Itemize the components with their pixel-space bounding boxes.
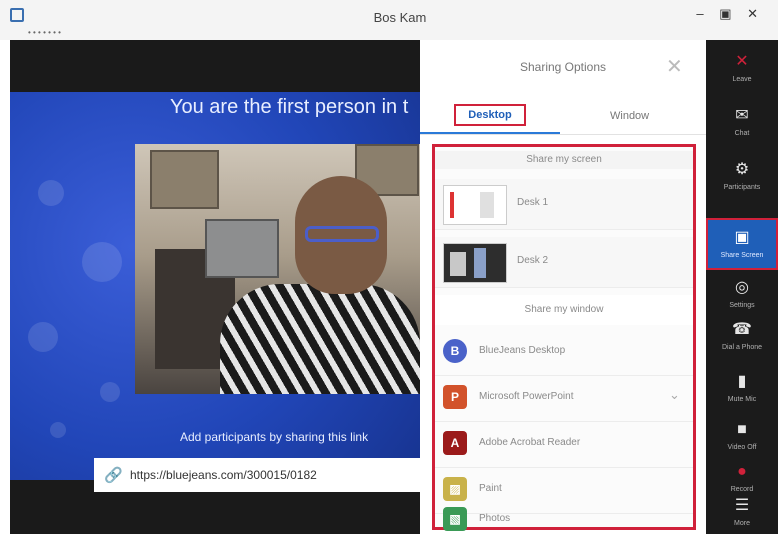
meeting-link[interactable]: https://bluejeans.com/300015/0182 <box>130 468 317 482</box>
window-label: BlueJeans Desktop <box>479 345 566 356</box>
window-label: Photos <box>479 513 511 524</box>
window-label: Paint <box>479 483 502 494</box>
leave-button[interactable]: ✕ Leave <box>706 44 778 100</box>
self-video <box>135 144 420 394</box>
sharing-options-panel: Sharing Options ✕ Desktop Window Share m… <box>420 40 706 534</box>
meeting-stage: You are the first person in t Add partic… <box>10 40 420 534</box>
meeting-link-box[interactable]: 🔗 https://bluejeans.com/300015/0182 <box>94 458 420 492</box>
chevron-down-icon[interactable]: ⌄ <box>669 387 680 403</box>
meeting-controls-sidebar: ✕ Leave ✉ Chat ⚙ Participants ▣ Share Sc… <box>706 40 778 534</box>
title-bar: Bos Kam • • • • • • • – ▣ ✕ <box>0 0 778 40</box>
screen-label: Desk 1 <box>517 197 549 208</box>
share-screen-icon: ▣ <box>734 229 750 246</box>
screen-thumbnail <box>443 185 507 225</box>
section-heading-screen: Share my screen <box>435 151 693 169</box>
rail-label: Dial a Phone <box>721 344 763 351</box>
window-option[interactable]: B BlueJeans Desktop <box>435 329 693 376</box>
settings-icon: ◎ <box>735 279 749 296</box>
window-label: Adobe Acrobat Reader <box>479 437 581 448</box>
window-subtitle: • • • • • • • <box>28 28 61 37</box>
person-shirt <box>220 284 420 394</box>
app-logo-icon <box>10 8 24 22</box>
powerpoint-icon: P <box>443 385 467 409</box>
window-option[interactable]: ▧ Photos <box>435 497 693 543</box>
screen-label: Desk 2 <box>517 255 549 266</box>
rail-label: Participants <box>723 184 761 191</box>
photos-icon: ▧ <box>443 507 467 531</box>
rail-label: Leave <box>732 76 752 83</box>
tab-window[interactable]: Window <box>610 110 649 122</box>
rail-label: Chat <box>734 130 750 137</box>
share-options-list: Share my screen Desk 1 Desk 2 Share my w… <box>432 144 696 531</box>
screen-option[interactable]: Desk 2 <box>435 237 693 288</box>
person-glasses <box>305 226 379 242</box>
window-label: Microsoft PowerPoint <box>479 391 574 402</box>
thumbnail-accent <box>450 192 454 218</box>
close-icon[interactable]: ✕ <box>666 54 683 79</box>
bokeh-decoration <box>100 382 120 402</box>
leave-icon: ✕ <box>735 53 749 70</box>
rail-label: Share Screen <box>720 252 764 259</box>
bokeh-decoration <box>38 180 64 206</box>
microphone-icon: ▮ <box>737 373 747 390</box>
panel-title: Sharing Options <box>519 60 607 74</box>
window-title: Bos Kam <box>373 10 427 25</box>
share-tabs: Desktop Window <box>420 98 706 135</box>
rail-label: More <box>734 520 750 527</box>
tab-desktop[interactable]: Desktop <box>454 104 526 126</box>
rail-label: Mute Mic <box>727 396 757 403</box>
participants-icon: ⚙ <box>734 161 750 178</box>
background-monitor <box>205 219 279 278</box>
camera-icon: ■ <box>737 421 747 438</box>
chat-button[interactable]: ✉ Chat <box>706 98 778 154</box>
rail-label: Settings <box>729 302 755 309</box>
screen-thumbnail <box>443 243 507 283</box>
bokeh-decoration <box>28 322 58 352</box>
thumbnail-accent <box>474 248 486 278</box>
add-participants-message: Add participants by sharing this link <box>180 430 369 444</box>
phone-icon: ☎ <box>732 321 752 338</box>
rail-label: Video Off <box>727 444 757 451</box>
bokeh-decoration <box>50 422 66 438</box>
chat-icon: ✉ <box>735 107 749 124</box>
share-screen-button[interactable]: ▣ Share Screen <box>706 218 778 270</box>
window-option[interactable]: P Microsoft PowerPoint ⌄ <box>435 375 693 422</box>
section-heading-window: Share my window <box>435 295 693 325</box>
bokeh-decoration <box>82 242 122 282</box>
bluejeans-icon: B <box>443 339 467 363</box>
more-icon: ☰ <box>734 497 750 514</box>
wall-frame <box>150 150 219 209</box>
screen-option[interactable]: Desk 1 <box>435 179 693 230</box>
acrobat-icon: A <box>443 431 467 455</box>
participants-button[interactable]: ⚙ Participants <box>706 152 778 208</box>
link-icon: 🔗 <box>104 467 123 484</box>
window-controls[interactable]: – ▣ ✕ <box>696 6 764 22</box>
window-option[interactable]: A Adobe Acrobat Reader <box>435 421 693 468</box>
more-button[interactable]: ☰ More <box>706 488 778 544</box>
active-tab-indicator <box>420 132 560 134</box>
dial-phone-button[interactable]: ☎ Dial a Phone <box>706 312 778 368</box>
thumbnail-accent <box>450 252 466 276</box>
first-person-message: You are the first person in t <box>170 96 409 118</box>
record-icon: ● <box>737 463 747 480</box>
thumbnail-accent <box>480 192 494 218</box>
